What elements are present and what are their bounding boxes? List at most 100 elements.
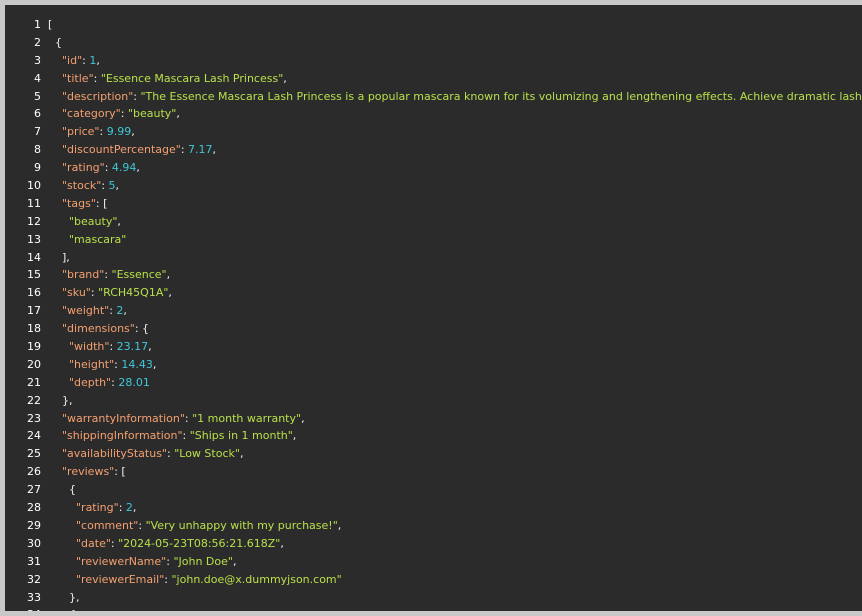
line-content: "warrantyInformation": "1 month warranty…	[48, 410, 305, 428]
json-string: "The Essence Mascara Lash Princess is a …	[140, 89, 862, 103]
json-punctuation: ,	[283, 71, 287, 85]
json-key: "dimensions"	[62, 322, 135, 336]
json-punctuation: :	[138, 518, 146, 532]
json-punctuation: {	[69, 608, 76, 611]
json-string: "Essence"	[111, 268, 167, 282]
json-key: "description"	[62, 89, 134, 103]
code-line[interactable]: 20 "height": 14.43,	[5, 356, 862, 374]
line-number: 22	[27, 393, 41, 407]
code-line[interactable]: 27 {	[5, 481, 862, 499]
code-line[interactable]: 9 "rating": 4.94,	[5, 159, 862, 177]
code-line[interactable]: 3 "id": 1,	[5, 52, 862, 70]
line-content: {	[48, 34, 62, 52]
code-line[interactable]: 30 "date": "2024-05-23T08:56:21.618Z",	[5, 535, 862, 553]
line-content: "date": "2024-05-23T08:56:21.618Z",	[48, 535, 284, 553]
code-line[interactable]: 25 "availabilityStatus": "Low Stock",	[5, 445, 862, 463]
code-line[interactable]: 16 "sku": "RCH45Q1A",	[5, 284, 862, 302]
line-number: 5	[34, 89, 41, 103]
code-line[interactable]: 29 "comment": "Very unhappy with my purc…	[5, 517, 862, 535]
code-line[interactable]: 12 "beauty",	[5, 213, 862, 231]
line-content: {	[48, 481, 76, 499]
line-number: 17	[27, 304, 41, 318]
code-line[interactable]: 21 "depth": 28.01	[5, 374, 862, 392]
line-number: 8	[34, 143, 41, 157]
json-string: "Very unhappy with my purchase!"	[145, 518, 338, 532]
code-line[interactable]: 34 {	[5, 606, 862, 611]
json-string: "Low Stock"	[174, 447, 240, 461]
json-punctuation: :	[93, 71, 101, 85]
json-key: "price"	[62, 125, 100, 139]
json-punctuation: ,	[280, 536, 284, 550]
line-number: 6	[34, 107, 41, 121]
json-number: 28.01	[118, 375, 150, 389]
line-content: "mascara"	[48, 231, 126, 249]
json-punctuation: ,	[132, 501, 137, 515]
code-line[interactable]: 33 },	[5, 589, 862, 607]
code-line[interactable]: 32 "reviewerEmail": "john.doe@x.dummyjso…	[5, 571, 862, 589]
json-key: "tags"	[62, 196, 96, 210]
code-line[interactable]: 2 {	[5, 34, 862, 52]
json-key: "sku"	[62, 286, 91, 300]
line-number: 30	[27, 536, 41, 550]
code-line[interactable]: 11 "tags": [	[5, 195, 862, 213]
json-punctuation: ,	[168, 286, 172, 300]
code-line[interactable]: 4 "title": "Essence Mascara Lash Princes…	[5, 70, 862, 88]
code-line[interactable]: 22 },	[5, 392, 862, 410]
line-content: "reviewerEmail": "john.doe@x.dummyjson.c…	[48, 571, 342, 589]
code-line[interactable]: 31 "reviewerName": "John Doe",	[5, 553, 862, 571]
line-number: 12	[27, 214, 41, 228]
json-punctuation: ,	[232, 554, 237, 568]
code-line[interactable]: 13 "mascara"	[5, 231, 862, 249]
code-line[interactable]: 24 "shippingInformation": "Ships in 1 mo…	[5, 427, 862, 445]
code-line[interactable]: 14 ],	[5, 249, 862, 267]
code-line[interactable]: 18 "dimensions": {	[5, 320, 862, 338]
code-line[interactable]: 23 "warrantyInformation": "1 month warra…	[5, 410, 862, 428]
line-content: "beauty",	[48, 213, 121, 231]
json-punctuation: ,	[123, 304, 127, 318]
line-number: 25	[27, 447, 41, 461]
json-key: "availabilityStatus"	[62, 447, 167, 461]
json-punctuation: : {	[134, 322, 150, 336]
code-line[interactable]: 1[	[5, 16, 862, 34]
json-punctuation: ],	[62, 250, 70, 264]
json-viewer[interactable]: 1[2 {3 "id": 1, 4 "title": "Essence Masca…	[5, 5, 862, 611]
code-line[interactable]: 26 "reviews": [	[5, 463, 862, 481]
code-line[interactable]: 17 "weight": 2,	[5, 302, 862, 320]
code-line[interactable]: 8 "discountPercentage": 7.17,	[5, 141, 862, 159]
json-number: 7.17	[188, 143, 213, 157]
code-line[interactable]: 7 "price": 9.99,	[5, 123, 862, 141]
json-key: "height"	[68, 357, 115, 371]
code-line[interactable]: 19 "width": 23.17,	[5, 338, 862, 356]
line-number: 27	[27, 483, 41, 497]
json-string: "beauty"	[68, 214, 118, 228]
line-number: 2	[34, 35, 41, 49]
line-content: },	[48, 392, 73, 410]
json-punctuation: :	[120, 107, 128, 121]
code-line[interactable]: 6 "category": "beauty",	[5, 105, 862, 123]
line-number: 13	[27, 232, 41, 246]
json-string: "1 month warranty"	[192, 411, 302, 425]
line-number: 4	[34, 71, 41, 85]
json-key: "discountPercentage"	[62, 143, 181, 157]
code-line[interactable]: 10 "stock": 5,	[5, 177, 862, 195]
code-line[interactable]: 15 "brand": "Essence",	[5, 266, 862, 284]
code-line[interactable]: 28 "rating": 2,	[5, 499, 862, 517]
code-line[interactable]: 5 "description": "The Essence Mascara La…	[5, 88, 862, 106]
